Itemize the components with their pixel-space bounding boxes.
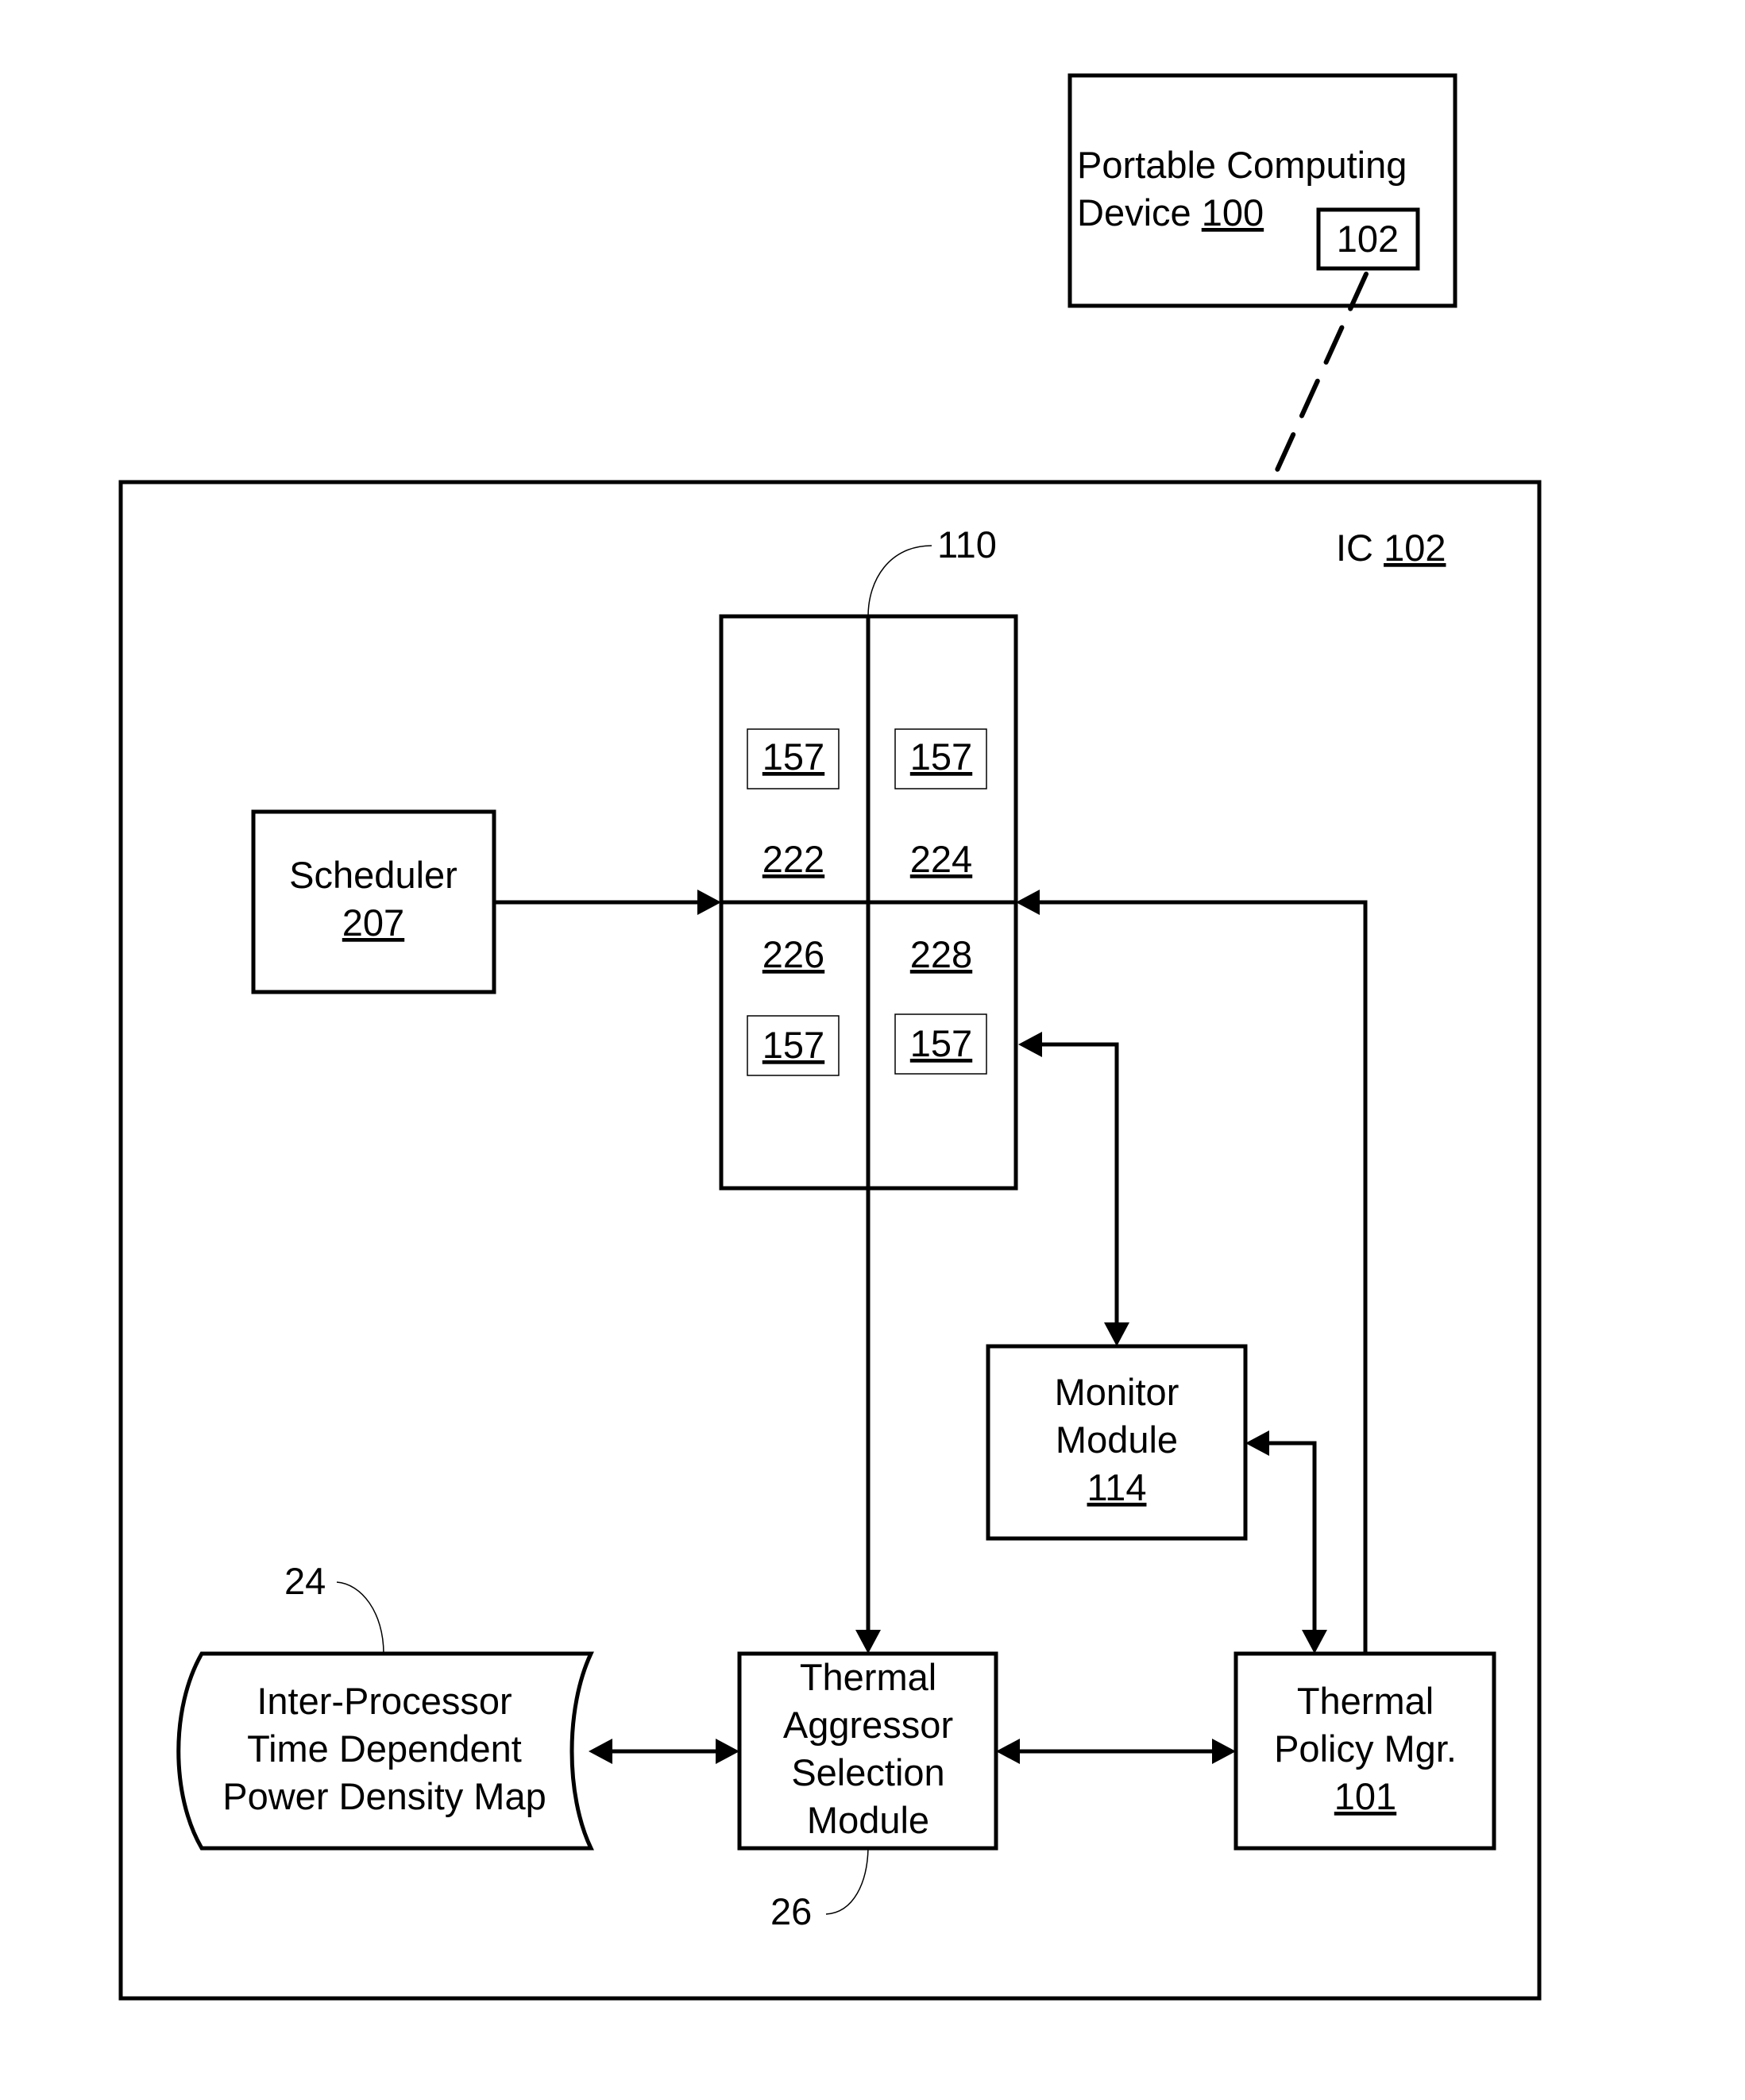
scheduler-block: Scheduler 207 bbox=[251, 809, 496, 994]
thermal-aggressor-title-line4: Module bbox=[807, 1799, 929, 1841]
power-density-map-block: Inter-Processor Time Dependent Power Den… bbox=[176, 1651, 594, 1851]
sensor-label-core-228: 157 bbox=[910, 1022, 972, 1064]
power-map-ref-label: 24 bbox=[284, 1560, 326, 1602]
chip-ref-label: 102 bbox=[1337, 218, 1399, 260]
sensor-label-core-222: 157 bbox=[762, 735, 824, 778]
portable-computing-device: Portable Computing Device 100 102 bbox=[1067, 73, 1457, 308]
scheduler-title: Scheduler bbox=[289, 854, 457, 896]
sensor-label-core-224: 157 bbox=[910, 735, 972, 778]
multicore-processor: 157 157 222 224 226 228 157 157 bbox=[719, 614, 1018, 1191]
core-224-label: 224 bbox=[910, 838, 972, 880]
thermal-aggressor-title-line1: Thermal bbox=[800, 1656, 936, 1698]
core-228-label: 228 bbox=[910, 933, 972, 975]
diagram-canvas: Portable Computing Device 100 102 IC 102… bbox=[118, 73, 1542, 2001]
thermal-aggressor-ref-label: 26 bbox=[770, 1890, 812, 1932]
portable-device-title-line1: Portable Computing bbox=[1077, 144, 1407, 186]
scheduler-ref: 207 bbox=[342, 901, 404, 944]
portable-device-box bbox=[1067, 73, 1457, 308]
monitor-module-title-line1: Monitor bbox=[1055, 1371, 1179, 1413]
thermal-policy-title-line2: Policy Mgr. bbox=[1274, 1727, 1457, 1770]
ic-ref: 102 bbox=[1384, 527, 1446, 569]
processor-ref-label: 110 bbox=[937, 523, 997, 566]
thermal-aggressor-title-line2: Aggressor bbox=[783, 1704, 953, 1746]
thermal-policy-title-line1: Thermal bbox=[1297, 1680, 1434, 1722]
portable-device-title-line2: Device 100 bbox=[1077, 191, 1264, 234]
monitor-module-title-line2: Module bbox=[1056, 1419, 1178, 1461]
monitor-module-block: Monitor Module 114 bbox=[986, 1344, 1248, 1541]
power-map-title-line1: Inter-Processor bbox=[257, 1680, 512, 1722]
monitor-module-ref: 114 bbox=[1087, 1466, 1147, 1508]
sensor-label-core-226: 157 bbox=[762, 1024, 824, 1066]
thermal-policy-manager-block: Thermal Policy Mgr. 101 bbox=[1233, 1651, 1496, 1851]
core-226-label: 226 bbox=[762, 933, 824, 975]
core-222-label: 222 bbox=[762, 838, 824, 880]
power-map-title-line3: Power Density Map bbox=[222, 1775, 546, 1817]
thermal-policy-ref: 101 bbox=[1334, 1775, 1396, 1817]
ic-label: IC 102 bbox=[1336, 527, 1446, 569]
portable-device-ref: 100 bbox=[1202, 191, 1264, 234]
thermal-aggressor-selection-module-block: Thermal Aggressor Selection Module bbox=[737, 1651, 998, 1851]
power-map-title-line2: Time Dependent bbox=[247, 1727, 522, 1770]
thermal-aggressor-title-line3: Selection bbox=[791, 1751, 944, 1793]
